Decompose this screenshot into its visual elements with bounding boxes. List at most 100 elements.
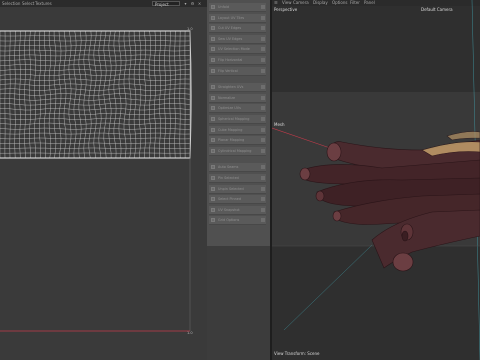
uv-grid-column: [154, 30, 156, 159]
uv-grid-column: [108, 30, 112, 158]
camera-label: Default Camera: [421, 7, 453, 12]
uv-grid-column: [39, 30, 41, 159]
option-box-icon[interactable]: [261, 148, 265, 153]
uv-canvas[interactable]: 1.0 1.0: [0, 0, 207, 360]
tool-item[interactable]: Auto Seams: [209, 163, 266, 173]
uv-grid-row: [0, 137, 191, 140]
tool-item-label: Cylindrical Mapping: [218, 148, 252, 153]
uv-toolkit-lower-area: [207, 246, 270, 360]
uv-grid-column: [159, 30, 161, 159]
option-box-icon[interactable]: [261, 26, 265, 31]
uv-grid-column: [58, 30, 62, 159]
uv-grid-row: [0, 78, 191, 81]
tool-item[interactable]: UV Snapshot: [209, 205, 266, 215]
option-box-icon[interactable]: [261, 218, 265, 223]
tool-item[interactable]: Sew UV Edges: [209, 34, 266, 44]
option-box-icon[interactable]: [261, 85, 265, 90]
uv-grid-row: [0, 73, 191, 77]
option-box-icon[interactable]: [261, 176, 265, 180]
tool-item[interactable]: Optimize UVs: [209, 104, 266, 114]
tool-item[interactable]: Layout UV Tiles: [209, 13, 266, 23]
option-box-icon[interactable]: [261, 165, 265, 170]
tool-item-label: Layout UV Tiles: [218, 15, 245, 20]
tool-item-label: Optimize UVs: [218, 106, 241, 111]
option-box-icon[interactable]: [261, 47, 265, 52]
option-box-icon[interactable]: [261, 95, 265, 100]
uv-grid-row: [0, 122, 191, 125]
z-axis-line: [283, 244, 373, 331]
tool-icon: [211, 176, 215, 180]
tool-item-label: UV Selection Mode: [218, 47, 250, 52]
tool-item[interactable]: Spherical Mapping: [209, 115, 266, 124]
tool-icon: [211, 106, 215, 111]
tool-item[interactable]: Cube Mapping: [209, 125, 266, 135]
uv-grid-row: [0, 45, 191, 47]
viewport-scene[interactable]: [272, 0, 480, 360]
tool-item[interactable]: Straighten UVs: [209, 83, 266, 93]
option-box-icon[interactable]: [261, 15, 265, 20]
tool-icon: [211, 218, 215, 223]
tool-item[interactable]: Flip Horizontal: [209, 56, 266, 65]
tool-item-label: Cut UV Edges: [218, 26, 242, 31]
tool-icon: [211, 15, 215, 20]
tool-icon: [211, 58, 215, 62]
option-box-icon[interactable]: [261, 186, 265, 191]
status-label: View Transform: Scene: [274, 351, 320, 356]
tool-item-label: Select Pinned: [218, 197, 241, 202]
option-box-icon[interactable]: [261, 127, 265, 132]
uv-grid-row: [0, 54, 191, 57]
uv-grid-row: [0, 142, 191, 144]
tool-item-label: Cube Mapping: [218, 127, 243, 132]
tool-item[interactable]: Select Pinned: [209, 195, 266, 205]
uv-grid-row: [0, 98, 191, 101]
tool-icon: [211, 148, 215, 153]
tool-item[interactable]: Flip Vertical: [209, 66, 266, 76]
tentacle-mesh: [299, 131, 480, 272]
viewport-3d[interactable]: ☰ View Camera Display Options Filter Pan…: [272, 0, 480, 360]
option-box-icon[interactable]: [261, 68, 265, 73]
uv-grid-row: [0, 93, 191, 96]
uv-grid-row: [0, 83, 191, 86]
tool-item[interactable]: Unpin Selected: [209, 184, 266, 194]
tool-item-label: Spherical Mapping: [218, 117, 250, 121]
tool-icon: [211, 36, 215, 41]
uv-grid-row: [0, 112, 191, 116]
uv-grid-column: [169, 30, 171, 159]
option-box-icon[interactable]: [261, 138, 265, 143]
uv-grid-column: [98, 30, 102, 159]
uv-grid-row: [0, 117, 191, 120]
tool-item-label: Flip Vertical: [218, 68, 238, 73]
uv-grid-column: [53, 31, 57, 159]
option-box-icon[interactable]: [261, 5, 265, 9]
tool-item-label: Unfold: [218, 5, 229, 9]
perspective-label: Perspective: [274, 7, 298, 12]
tool-icon: [211, 68, 215, 73]
tool-item[interactable]: Cut UV Edges: [209, 24, 266, 34]
tool-item[interactable]: Normalize: [209, 93, 266, 103]
tool-item[interactable]: Cylindrical Mapping: [209, 146, 266, 156]
option-box-icon[interactable]: [261, 197, 265, 202]
tool-item[interactable]: Pin Selected: [209, 174, 266, 183]
tool-icon: [211, 165, 215, 170]
tool-item-label: Normalize: [218, 95, 236, 100]
tool-item-label: Straighten UVs: [218, 85, 244, 90]
tool-item[interactable]: Grid Options: [209, 216, 266, 226]
tool-item-label: Unpin Selected: [218, 186, 244, 191]
tool-item-label: Grid Options: [218, 218, 240, 223]
uv-grid-row: [0, 59, 191, 62]
tool-item[interactable]: Planar Mapping: [209, 136, 266, 146]
option-box-icon[interactable]: [261, 58, 265, 62]
option-box-icon[interactable]: [261, 117, 265, 121]
uv-mesh-grid: [0, 30, 191, 159]
tool-item-label: Auto Seams: [218, 165, 239, 170]
option-box-icon[interactable]: [261, 106, 265, 111]
tool-item[interactable]: UV Selection Mode: [209, 45, 266, 55]
option-box-icon[interactable]: [261, 36, 265, 41]
tool-icon: [211, 95, 215, 100]
tool-item[interactable]: Unfold: [209, 3, 266, 12]
option-box-icon[interactable]: [261, 207, 265, 212]
tool-icon: [211, 138, 215, 143]
uv-grid-column: [43, 30, 47, 159]
tool-icon: [211, 85, 215, 90]
uv-grid-row: [0, 127, 190, 130]
